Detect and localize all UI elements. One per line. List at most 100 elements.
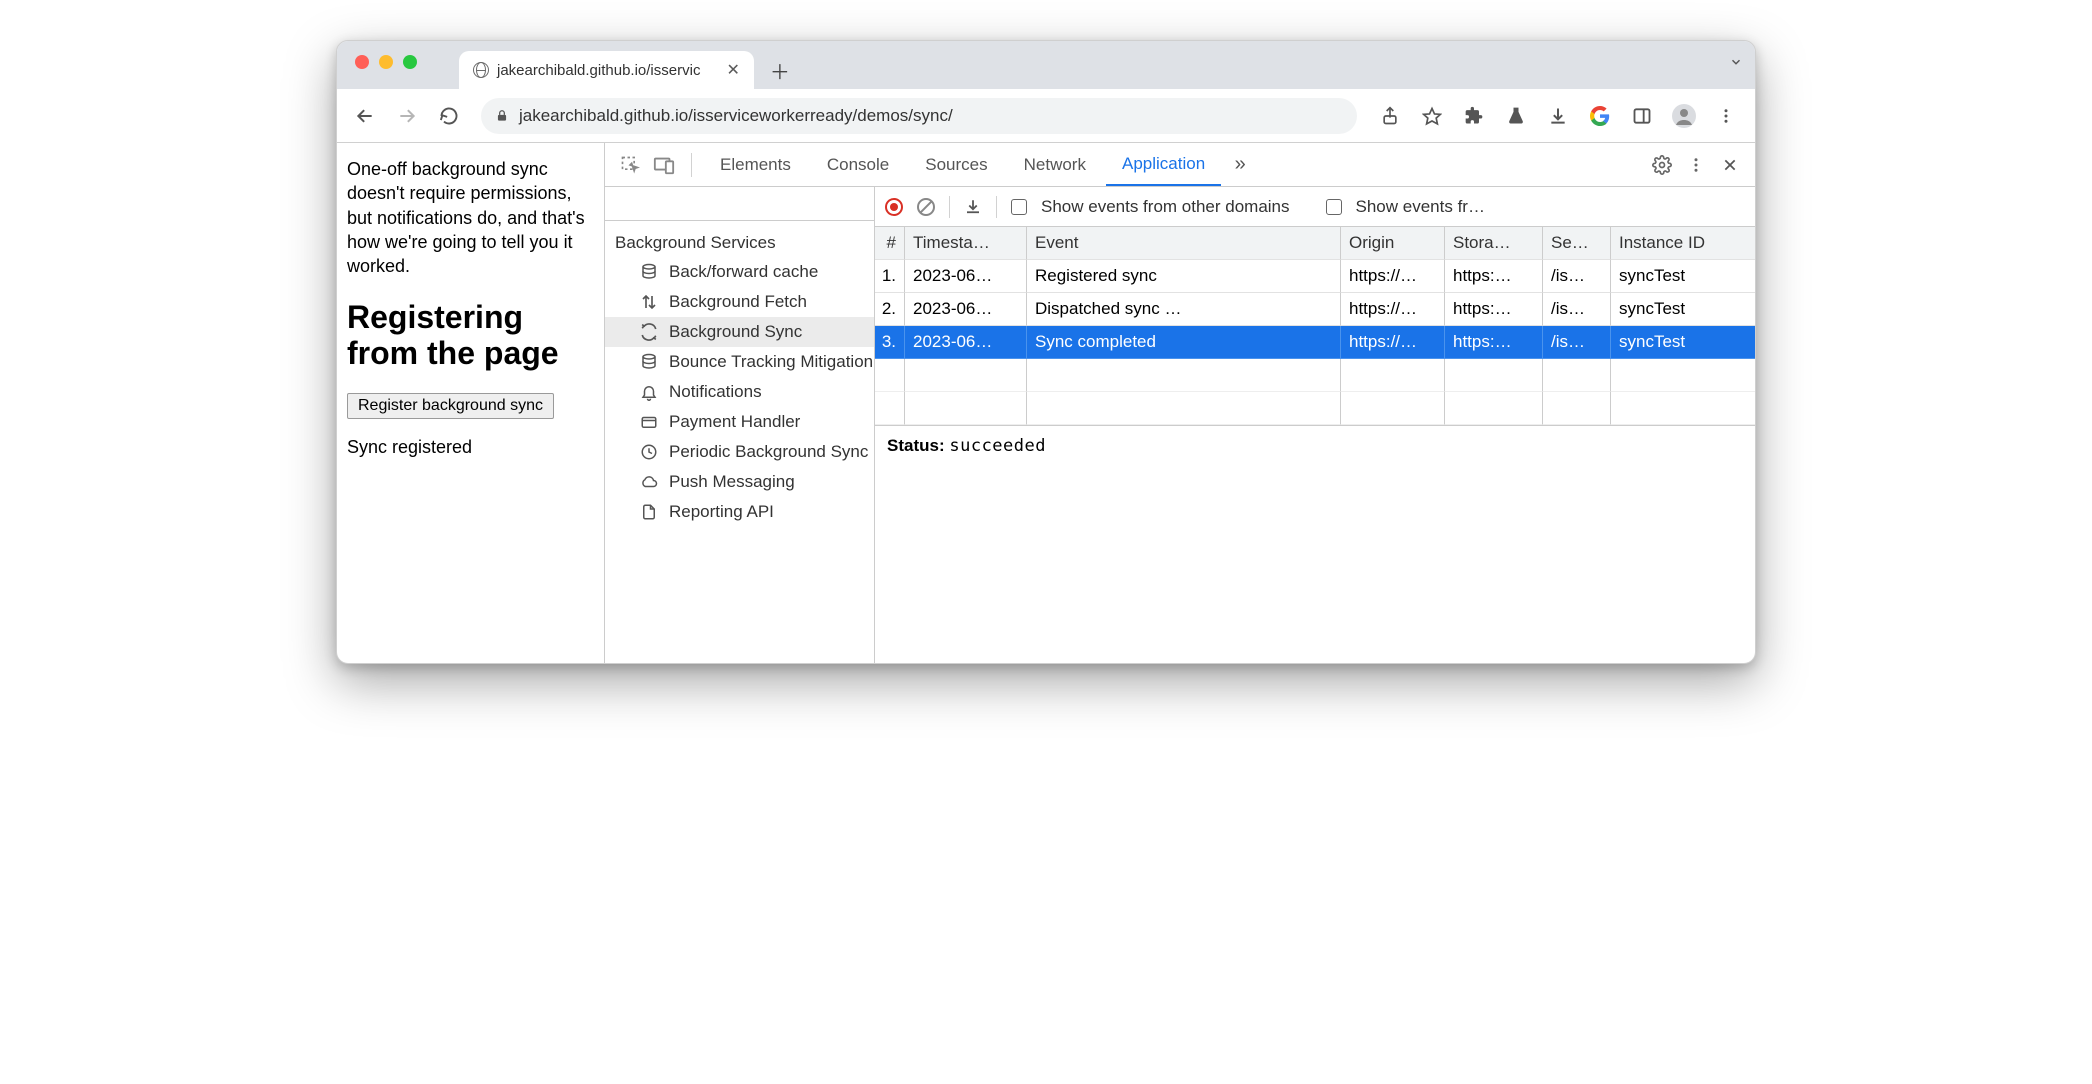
- sidebar-item-background-sync[interactable]: Background Sync: [605, 317, 874, 347]
- cell-origin: https://…: [1341, 326, 1445, 359]
- status-label: Status:: [887, 436, 945, 455]
- record-button[interactable]: [885, 198, 903, 216]
- close-tab-icon[interactable]: ✕: [726, 60, 739, 80]
- devtools-menu-icon[interactable]: [1681, 150, 1711, 180]
- browser-tab-active[interactable]: jakearchibald.github.io/isservic ✕: [459, 51, 754, 89]
- devtools-settings-gear-icon[interactable]: [1647, 150, 1677, 180]
- table-row[interactable]: 3.2023-06…Sync completedhttps://…https:……: [875, 326, 1755, 359]
- save-events-icon[interactable]: [964, 198, 982, 216]
- sidebar-item-notifications[interactable]: Notifications: [605, 377, 874, 407]
- maximize-window-button[interactable]: [403, 55, 417, 69]
- updown-icon: [639, 292, 659, 312]
- application-sidebar: Background Services Back/forward cacheBa…: [605, 187, 875, 663]
- sidebar-item-bounce-tracking-mitigation[interactable]: Bounce Tracking Mitigation: [605, 347, 874, 377]
- cell-storage: https:…: [1445, 260, 1543, 293]
- traffic-lights: [355, 55, 417, 69]
- more-tabs-chevron-icon[interactable]: »: [1225, 150, 1255, 180]
- show-other-domains-checkbox[interactable]: [1011, 199, 1027, 215]
- content-area: One-off background sync doesn't require …: [337, 143, 1755, 663]
- cell-instance-id: syncTest: [1611, 326, 1755, 359]
- cell-num: 1.: [875, 260, 905, 293]
- back-button[interactable]: [347, 98, 383, 134]
- sidebar-item-push-messaging[interactable]: Push Messaging: [605, 467, 874, 497]
- cell-timestamp: 2023-06…: [905, 260, 1027, 293]
- tab-network[interactable]: Network: [1008, 143, 1102, 186]
- show-events-label-2: Show events fr…: [1356, 197, 1485, 217]
- new-tab-button[interactable]: ＋: [766, 56, 794, 84]
- url-text: jakearchibald.github.io/isserviceworkerr…: [519, 106, 953, 126]
- clock-icon: [639, 442, 659, 462]
- extensions-puzzle-icon[interactable]: [1455, 97, 1493, 135]
- address-bar[interactable]: jakearchibald.github.io/isserviceworkerr…: [481, 98, 1357, 134]
- table-row[interactable]: 1.2023-06…Registered synchttps://…https:…: [875, 260, 1755, 293]
- devtools-tabbar: Elements Console Sources Network Applica…: [605, 143, 1755, 187]
- inspect-element-icon[interactable]: [615, 150, 645, 180]
- titlebar: jakearchibald.github.io/isservic ✕ ＋: [337, 41, 1755, 89]
- events-grid: # Timesta… Event Origin Stora… Se… Insta…: [875, 227, 1755, 426]
- minimize-window-button[interactable]: [379, 55, 393, 69]
- page-content: One-off background sync doesn't require …: [337, 143, 605, 663]
- sidebar-item-label: Background Fetch: [669, 292, 807, 312]
- sidebar-item-periodic-background-sync[interactable]: Periodic Background Sync: [605, 437, 874, 467]
- profile-avatar-icon[interactable]: [1665, 97, 1703, 135]
- sidebar-item-label: Reporting API: [669, 502, 774, 522]
- col-event[interactable]: Event: [1027, 227, 1341, 260]
- cell-timestamp: 2023-06…: [905, 293, 1027, 326]
- table-row[interactable]: 2.2023-06…Dispatched sync …https://…http…: [875, 293, 1755, 326]
- grid-header-row: # Timesta… Event Origin Stora… Se… Insta…: [875, 227, 1755, 260]
- reload-button[interactable]: [431, 98, 467, 134]
- clear-button[interactable]: [917, 198, 935, 216]
- register-sync-button[interactable]: Register background sync: [347, 393, 554, 419]
- share-icon[interactable]: [1371, 97, 1409, 135]
- tab-console[interactable]: Console: [811, 143, 905, 186]
- sidebar-item-back-forward-cache[interactable]: Back/forward cache: [605, 257, 874, 287]
- sidebar-item-label: Notifications: [669, 382, 762, 402]
- sidebar-item-background-fetch[interactable]: Background Fetch: [605, 287, 874, 317]
- col-sw[interactable]: Se…: [1543, 227, 1611, 260]
- grid-empty-row: [875, 359, 1755, 392]
- cell-timestamp: 2023-06…: [905, 326, 1027, 359]
- cell-instance-id: syncTest: [1611, 293, 1755, 326]
- page-paragraph: One-off background sync doesn't require …: [347, 157, 594, 278]
- col-origin[interactable]: Origin: [1341, 227, 1445, 260]
- chrome-menu-icon[interactable]: [1707, 97, 1745, 135]
- browser-tabs: jakearchibald.github.io/isservic ✕ ＋: [459, 41, 794, 89]
- tab-application[interactable]: Application: [1106, 143, 1221, 186]
- close-window-button[interactable]: [355, 55, 369, 69]
- google-icon[interactable]: [1581, 97, 1619, 135]
- col-timestamp[interactable]: Timesta…: [905, 227, 1027, 260]
- device-toolbar-icon[interactable]: [649, 150, 679, 180]
- sidebar-item-label: Push Messaging: [669, 472, 795, 492]
- col-storage[interactable]: Stora…: [1445, 227, 1543, 260]
- side-panel-icon[interactable]: [1623, 97, 1661, 135]
- cell-event: Registered sync: [1027, 260, 1341, 293]
- devtools-close-icon[interactable]: [1715, 150, 1745, 180]
- nav-toolbar: jakearchibald.github.io/isserviceworkerr…: [337, 89, 1755, 143]
- bookmark-star-icon[interactable]: [1413, 97, 1451, 135]
- sidebar-item-label: Payment Handler: [669, 412, 800, 432]
- sidebar-item-label: Back/forward cache: [669, 262, 818, 282]
- show-events-checkbox-2[interactable]: [1326, 199, 1342, 215]
- tab-title: jakearchibald.github.io/isservic: [497, 62, 700, 79]
- cell-event: Sync completed: [1027, 326, 1341, 359]
- sidebar-item-payment-handler[interactable]: Payment Handler: [605, 407, 874, 437]
- sidebar-item-label: Periodic Background Sync: [669, 442, 868, 462]
- tab-menu-chevron-icon[interactable]: [1729, 55, 1743, 69]
- cell-num: 3.: [875, 326, 905, 359]
- forward-button[interactable]: [389, 98, 425, 134]
- cell-origin: https://…: [1341, 293, 1445, 326]
- status-value: succeeded: [949, 436, 1046, 456]
- cell-origin: https://…: [1341, 260, 1445, 293]
- tab-elements[interactable]: Elements: [704, 143, 807, 186]
- database-icon: [639, 262, 659, 282]
- labs-flask-icon[interactable]: [1497, 97, 1535, 135]
- card-icon: [639, 412, 659, 432]
- show-other-domains-label: Show events from other domains: [1041, 197, 1290, 217]
- cell-num: 2.: [875, 293, 905, 326]
- tab-sources[interactable]: Sources: [909, 143, 1003, 186]
- background-sync-panel: Show events from other domains Show even…: [875, 187, 1755, 663]
- col-instance-id[interactable]: Instance ID: [1611, 227, 1755, 260]
- col-num[interactable]: #: [875, 227, 905, 260]
- downloads-icon[interactable]: [1539, 97, 1577, 135]
- sidebar-item-reporting-api[interactable]: Reporting API: [605, 497, 874, 527]
